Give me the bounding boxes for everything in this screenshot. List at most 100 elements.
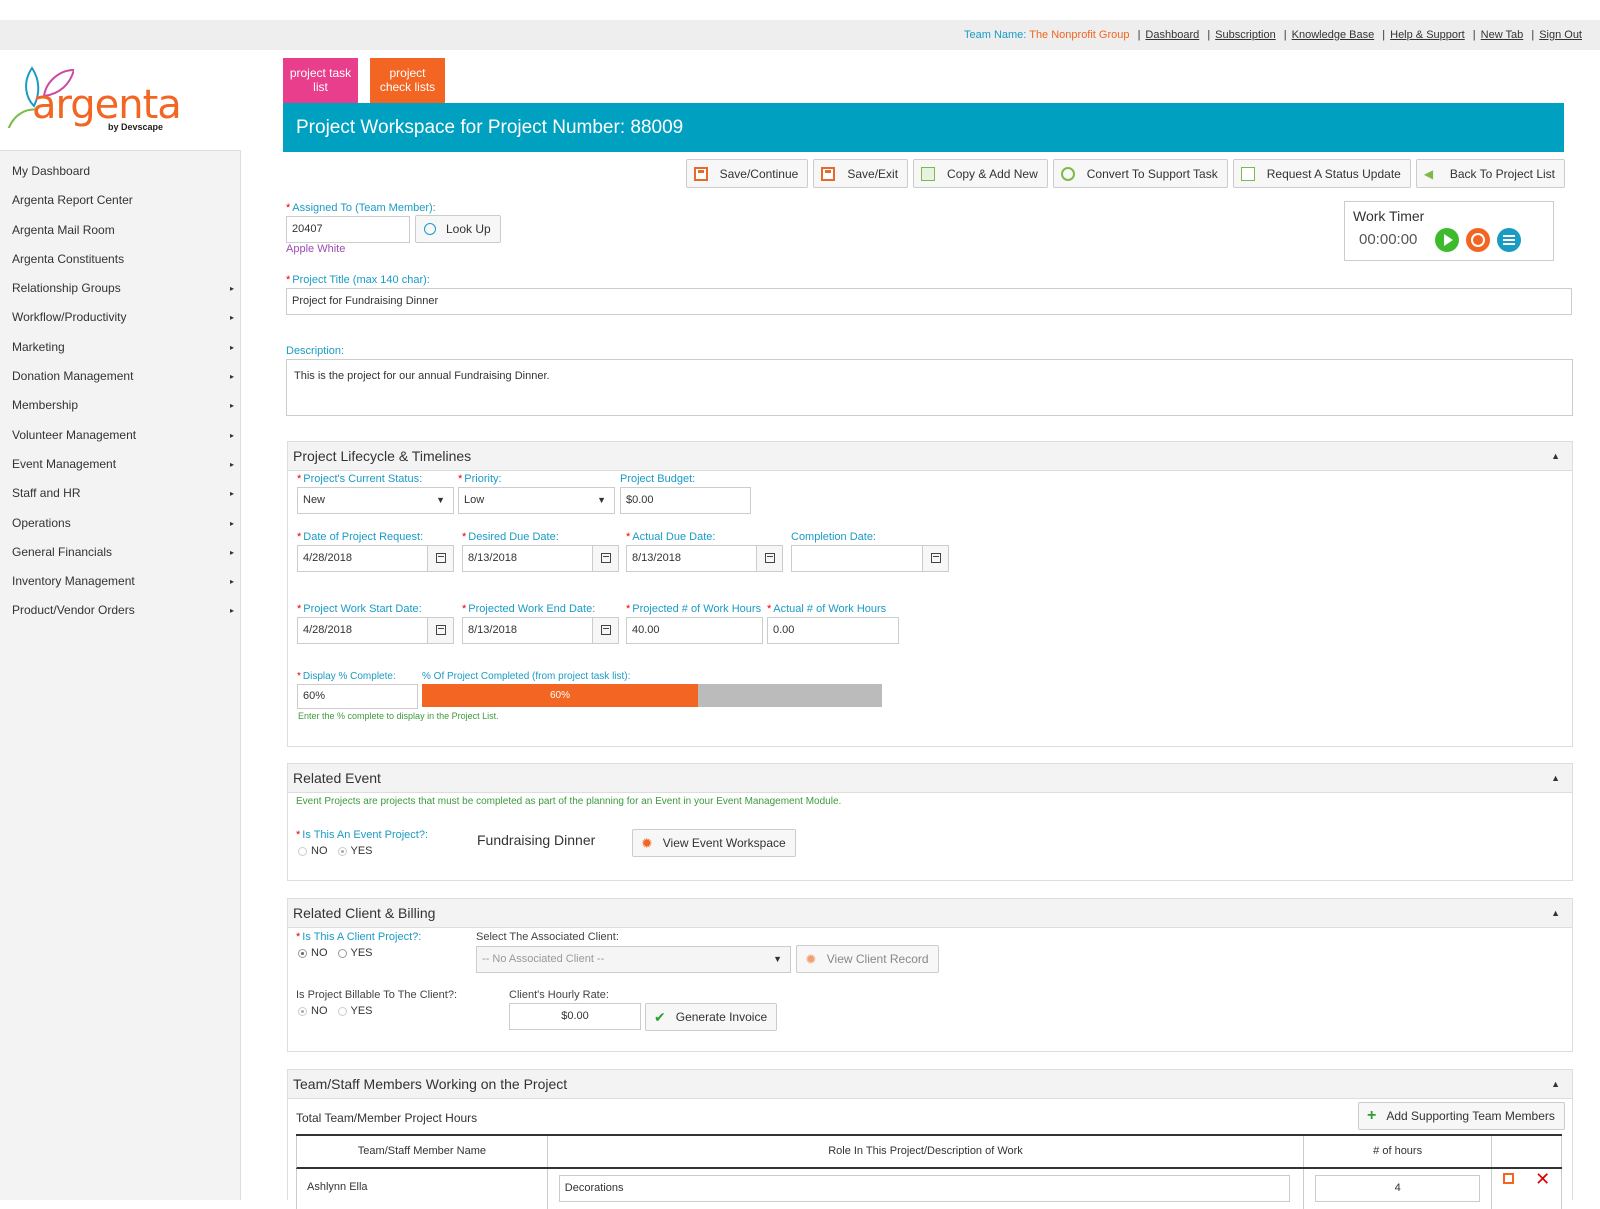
collapse-icon[interactable]: ▲ <box>1551 899 1560 928</box>
save-row-icon[interactable] <box>1503 1173 1515 1184</box>
sidebar-item-event[interactable]: Event Management ▸ <box>0 450 240 479</box>
related-event-panel-header[interactable]: Related Event ▲ <box>288 764 1572 793</box>
assigned-to-input[interactable]: 20407 <box>286 216 410 243</box>
sidebar-item-staff-hr[interactable]: Staff and HR ▸ <box>0 479 240 508</box>
calendar-icon[interactable] <box>922 546 948 571</box>
save-continue-button[interactable]: Save/Continue <box>685 159 809 188</box>
sidebar-item-report-center[interactable]: Argenta Report Center <box>0 186 240 215</box>
sidebar-item-donation[interactable]: Donation Management ▸ <box>0 362 240 391</box>
convert-support-task-button[interactable]: Convert To Support Task <box>1052 159 1228 188</box>
status-select[interactable]: New ▼ <box>297 487 454 514</box>
dropdown-caret-icon: ▼ <box>436 495 445 505</box>
link-sign-out[interactable]: Sign Out <box>1539 29 1582 41</box>
assigned-to-label: * Assigned To (Team Member): <box>286 202 436 214</box>
calendar-icon[interactable] <box>427 618 453 643</box>
event-yes-radio[interactable] <box>337 846 347 856</box>
sidebar-item-membership[interactable]: Membership ▸ <box>0 391 240 420</box>
event-name: Fundraising Dinner <box>477 832 596 848</box>
calendar-icon[interactable] <box>592 546 618 571</box>
request-date-input[interactable]: 4/28/2018 <box>297 545 454 572</box>
work-start-input[interactable]: 4/28/2018 <box>297 617 454 644</box>
clock-icon[interactable] <box>1466 228 1490 252</box>
actual-due-input[interactable]: 8/13/2018 <box>626 545 783 572</box>
chevron-right-icon: ▸ <box>229 284 234 294</box>
actual-hours-input[interactable]: 0.00 <box>767 617 899 644</box>
completion-date-input[interactable] <box>791 545 949 572</box>
sidebar-item-volunteer[interactable]: Volunteer Management ▸ <box>0 421 240 450</box>
calendar-icon[interactable] <box>427 546 453 571</box>
hours-input[interactable]: 4 <box>1315 1175 1481 1202</box>
copy-add-new-button[interactable]: Copy & Add New <box>913 159 1048 188</box>
project-title-input[interactable]: Project for Fundraising Dinner <box>286 288 1572 315</box>
sidebar-item-workflow[interactable]: Workflow/Productivity ▸ <box>0 303 240 332</box>
sidebar-item-operations[interactable]: Operations ▸ <box>0 509 240 538</box>
client-select[interactable]: -- No Associated Client -- ▼ <box>476 946 791 973</box>
sidebar-item-marketing[interactable]: Marketing ▸ <box>0 333 240 362</box>
work-end-input[interactable]: 8/13/2018 <box>462 617 619 644</box>
link-subscription[interactable]: Subscription <box>1215 29 1276 41</box>
sidebar-item-constituents[interactable]: Argenta Constituents <box>0 245 240 274</box>
billable-radio-group: NO YES <box>298 1005 383 1017</box>
work-timer-title: Work Timer <box>1353 208 1425 224</box>
collapse-icon[interactable]: ▲ <box>1551 764 1560 793</box>
sidebar-item-my-dashboard[interactable]: My Dashboard <box>0 157 240 186</box>
hourly-rate-input[interactable]: $0.00 <box>509 1003 641 1030</box>
client-billing-panel-header[interactable]: Related Client & Billing ▲ <box>288 899 1572 928</box>
sidebar-item-mail-room[interactable]: Argenta Mail Room <box>0 216 240 245</box>
request-date-label: * Date of Project Request: <box>297 531 424 543</box>
tab-project-check-lists[interactable]: project check lists <box>370 58 445 103</box>
plus-icon: + <box>1367 1107 1377 1124</box>
list-icon[interactable] <box>1497 228 1521 252</box>
tab-project-task-list[interactable]: project task list <box>283 58 358 103</box>
display-pct-label: * Display % Complete: <box>297 671 396 682</box>
save-exit-button[interactable]: Save/Exit <box>813 159 909 188</box>
back-to-project-list-button[interactable]: ◀ Back To Project List <box>1415 159 1565 188</box>
link-help-support[interactable]: Help & Support <box>1390 29 1465 41</box>
envelope-icon <box>1240 166 1255 181</box>
event-note: Event Projects are projects that must be… <box>296 796 842 807</box>
collapse-icon[interactable]: ▲ <box>1551 1070 1560 1099</box>
billable-yes-radio[interactable] <box>337 1006 347 1016</box>
sidebar-item-inventory[interactable]: Inventory Management ▸ <box>0 567 240 596</box>
description-label: Description: <box>286 345 345 357</box>
client-yes-radio[interactable] <box>337 948 347 958</box>
request-status-update-button[interactable]: Request A Status Update <box>1232 159 1411 188</box>
look-up-button[interactable]: Look Up <box>415 215 501 243</box>
team-members-panel-header[interactable]: Team/Staff Members Working on the Projec… <box>288 1070 1572 1099</box>
team-members-table: Team/Staff Member Name Role In This Proj… <box>296 1134 1563 1209</box>
budget-input[interactable]: $0.00 <box>620 487 751 514</box>
gear-icon: ✹ <box>805 950 817 967</box>
chevron-right-icon: ▸ <box>229 489 234 499</box>
chevron-right-icon: ▸ <box>229 518 234 528</box>
lifecycle-panel-header[interactable]: Project Lifecycle & Timelines ▲ <box>288 442 1572 471</box>
argenta-logo[interactable]: argenta by Devscape <box>4 58 204 138</box>
client-no-radio[interactable] <box>298 948 307 958</box>
team-name-label: Team Name: <box>964 29 1027 41</box>
column-header-role: Role In This Project/Description of Work <box>548 1136 1305 1167</box>
sidebar-item-financials[interactable]: General Financials ▸ <box>0 538 240 567</box>
generate-invoice-button[interactable]: ✔ Generate Invoice <box>645 1003 778 1031</box>
play-icon[interactable] <box>1435 228 1459 252</box>
view-client-record-button[interactable]: ✹ View Client Record <box>796 945 939 973</box>
display-pct-input[interactable]: 60% <box>297 684 418 709</box>
link-knowledge-base[interactable]: Knowledge Base <box>1292 29 1375 41</box>
projected-hours-input[interactable]: 40.00 <box>626 617 763 644</box>
description-textarea[interactable]: This is the project for our annual Fundr… <box>286 359 1573 416</box>
sidebar-item-relationship-groups[interactable]: Relationship Groups ▸ <box>0 274 240 303</box>
related-event-panel: Related Event ▲ <box>287 763 1573 881</box>
desired-due-input[interactable]: 8/13/2018 <box>462 545 619 572</box>
column-header-hours: # of hours <box>1304 1136 1493 1167</box>
role-input[interactable]: Decorations <box>558 1175 1290 1202</box>
calendar-icon[interactable] <box>592 618 618 643</box>
billable-no-radio[interactable] <box>298 1006 307 1016</box>
link-new-tab[interactable]: New Tab <box>1481 29 1524 41</box>
calendar-icon[interactable] <box>756 546 782 571</box>
event-no-radio[interactable] <box>298 846 307 856</box>
sidebar-item-vendor-orders[interactable]: Product/Vendor Orders ▸ <box>0 596 240 625</box>
link-dashboard[interactable]: Dashboard <box>1145 29 1199 41</box>
add-team-members-button[interactable]: + Add Supporting Team Members <box>1358 1102 1565 1130</box>
view-event-workspace-button[interactable]: ✹ View Event Workspace <box>632 829 796 857</box>
delete-row-icon[interactable]: ✕ <box>1535 1169 1550 1189</box>
priority-select[interactable]: Low ▼ <box>458 487 615 514</box>
collapse-icon[interactable]: ▲ <box>1551 442 1560 471</box>
